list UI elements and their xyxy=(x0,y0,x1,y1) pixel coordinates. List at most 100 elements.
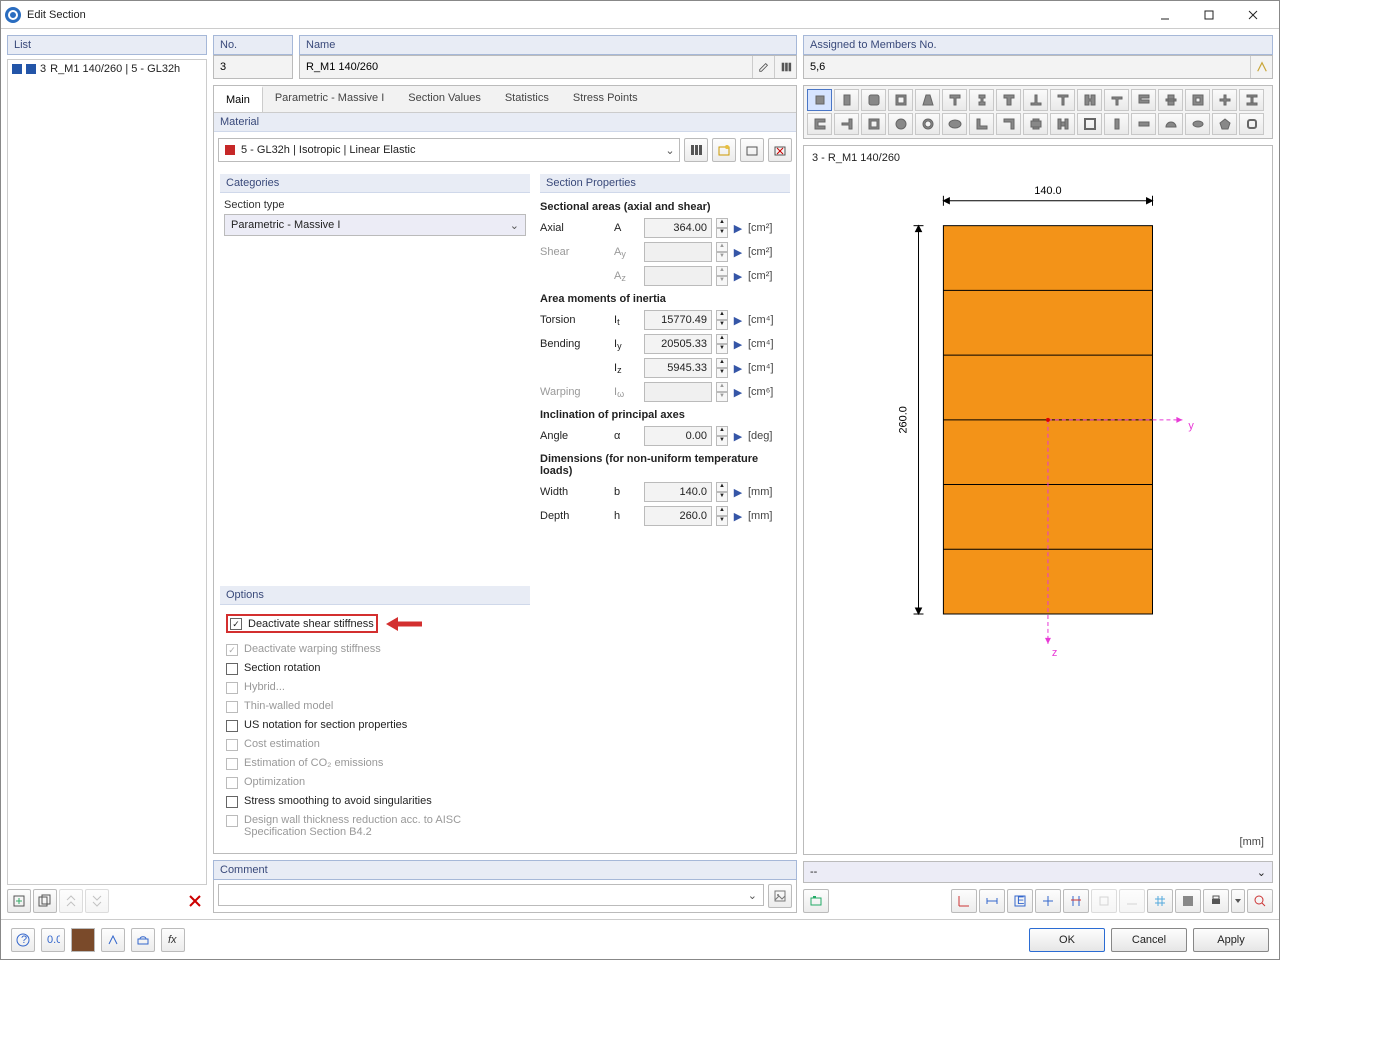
option-0[interactable]: Deactivate shear stiffness xyxy=(224,611,526,640)
shape-button[interactable] xyxy=(1239,113,1264,135)
material-select[interactable]: 5 - GL32h | Isotropic | Linear Elastic ⌄ xyxy=(218,138,680,162)
calc-button-2[interactable] xyxy=(131,928,155,952)
script-button[interactable]: fx xyxy=(161,928,185,952)
shape-button[interactable] xyxy=(1131,89,1156,111)
checkbox-icon[interactable] xyxy=(226,663,238,675)
go-arrow-icon[interactable]: ▶ xyxy=(732,222,744,235)
checkbox-icon[interactable] xyxy=(226,796,238,808)
shape-button[interactable] xyxy=(1212,89,1237,111)
shape-button[interactable] xyxy=(834,113,859,135)
find-button[interactable] xyxy=(1247,889,1273,913)
maximize-button[interactable] xyxy=(1187,1,1231,29)
shape-button[interactable] xyxy=(1023,89,1048,111)
go-arrow-icon[interactable]: ▶ xyxy=(732,486,744,499)
minimize-button[interactable] xyxy=(1143,1,1187,29)
material-new-button[interactable] xyxy=(712,138,736,162)
prop-value-input[interactable]: 5945.33 xyxy=(644,358,712,378)
shape-button[interactable] xyxy=(888,113,913,135)
checkbox-icon[interactable] xyxy=(226,720,238,732)
tab-main[interactable]: Main xyxy=(214,86,263,112)
option-2[interactable]: Section rotation xyxy=(224,659,526,678)
preview-mode-select[interactable]: -- ⌄ xyxy=(803,861,1273,883)
option-5[interactable]: US notation for section properties xyxy=(224,716,526,735)
go-arrow-icon[interactable]: ▶ xyxy=(732,510,744,523)
section-preview[interactable]: 3 - R_M1 140/260 140.0 xyxy=(803,145,1273,855)
delete-item-button[interactable] xyxy=(183,889,207,913)
shape-button[interactable] xyxy=(807,113,832,135)
edit-name-button[interactable] xyxy=(752,56,774,78)
shape-button[interactable] xyxy=(1023,113,1048,135)
shape-button[interactable] xyxy=(861,113,886,135)
material-edit-button[interactable] xyxy=(740,138,764,162)
shape-button[interactable] xyxy=(807,89,832,111)
shape-button[interactable] xyxy=(1131,113,1156,135)
shape-button[interactable] xyxy=(1185,89,1210,111)
shape-button[interactable] xyxy=(1050,113,1075,135)
option-9[interactable]: Stress smoothing to avoid singularities xyxy=(224,792,526,811)
shape-button[interactable] xyxy=(861,89,886,111)
pick-members-button[interactable] xyxy=(1250,56,1272,78)
calc-button-1[interactable] xyxy=(101,928,125,952)
comment-attach-button[interactable] xyxy=(768,884,792,908)
name-input[interactable] xyxy=(300,56,752,78)
checkbox-icon[interactable] xyxy=(230,618,242,630)
shape-button[interactable] xyxy=(1158,113,1183,135)
view-axes-button[interactable] xyxy=(951,889,977,913)
shape-button[interactable] xyxy=(1212,113,1237,135)
apply-button[interactable]: Apply xyxy=(1193,928,1269,952)
units-button[interactable]: 0.00 xyxy=(41,928,65,952)
shape-button[interactable] xyxy=(942,89,967,111)
shape-button[interactable] xyxy=(969,89,994,111)
prop-value-input[interactable]: 260.0 xyxy=(644,506,712,526)
view-values-button[interactable]: E xyxy=(1007,889,1033,913)
view-stress-button[interactable] xyxy=(1063,889,1089,913)
tab-parametric[interactable]: Parametric - Massive I xyxy=(263,86,396,112)
prop-value-input[interactable]: 0.00 xyxy=(644,426,712,446)
section-type-select[interactable]: Parametric - Massive I ⌄ xyxy=(224,214,526,236)
prop-value-input[interactable]: 364.00 xyxy=(644,218,712,238)
shape-button[interactable] xyxy=(969,113,994,135)
go-arrow-icon[interactable]: ▶ xyxy=(732,430,744,443)
assigned-input[interactable] xyxy=(804,56,1250,78)
list-item[interactable]: 3 R_M1 140/260 | 5 - GL32h xyxy=(10,62,204,76)
shape-button[interactable] xyxy=(996,89,1021,111)
spinner[interactable]: ▲▼ xyxy=(716,506,728,526)
shape-button[interactable] xyxy=(834,89,859,111)
spinner[interactable]: ▲▼ xyxy=(716,218,728,238)
comment-input[interactable]: ⌄ xyxy=(218,884,764,906)
tab-section-values[interactable]: Section Values xyxy=(396,86,493,112)
spinner[interactable]: ▲▼ xyxy=(716,482,728,502)
prop-value-input[interactable]: 15770.49 xyxy=(644,310,712,330)
shape-button[interactable] xyxy=(1104,113,1129,135)
close-button[interactable] xyxy=(1231,1,1275,29)
help-button[interactable]: ? xyxy=(11,928,35,952)
preview-screenshot-button[interactable] xyxy=(803,889,829,913)
shape-button[interactable] xyxy=(888,89,913,111)
go-arrow-icon[interactable]: ▶ xyxy=(732,338,744,351)
tab-stress-points[interactable]: Stress Points xyxy=(561,86,650,112)
go-arrow-icon[interactable]: ▶ xyxy=(732,362,744,375)
shape-button[interactable] xyxy=(1158,89,1183,111)
new-item-button[interactable] xyxy=(7,889,31,913)
tab-statistics[interactable]: Statistics xyxy=(493,86,561,112)
spinner[interactable]: ▲▼ xyxy=(716,334,728,354)
view-dimensions-button[interactable] xyxy=(979,889,1005,913)
go-arrow-icon[interactable]: ▶ xyxy=(732,314,744,327)
shape-button[interactable] xyxy=(942,113,967,135)
shape-button[interactable] xyxy=(1077,89,1102,111)
material-library-button[interactable] xyxy=(684,138,708,162)
shape-button[interactable] xyxy=(1050,89,1075,111)
shape-button[interactable] xyxy=(915,113,940,135)
view-principal-button[interactable] xyxy=(1035,889,1061,913)
spinner[interactable]: ▲▼ xyxy=(716,358,728,378)
copy-item-button[interactable] xyxy=(33,889,57,913)
prop-value-input[interactable]: 20505.33 xyxy=(644,334,712,354)
shape-button[interactable] xyxy=(1077,113,1102,135)
material-delete-button[interactable] xyxy=(768,138,792,162)
prop-value-input[interactable]: 140.0 xyxy=(644,482,712,502)
ok-button[interactable]: OK xyxy=(1029,928,1105,952)
cancel-button[interactable]: Cancel xyxy=(1111,928,1187,952)
library-button[interactable] xyxy=(774,56,796,78)
shape-button[interactable] xyxy=(1239,89,1264,111)
color-swatch-button[interactable] xyxy=(71,928,95,952)
